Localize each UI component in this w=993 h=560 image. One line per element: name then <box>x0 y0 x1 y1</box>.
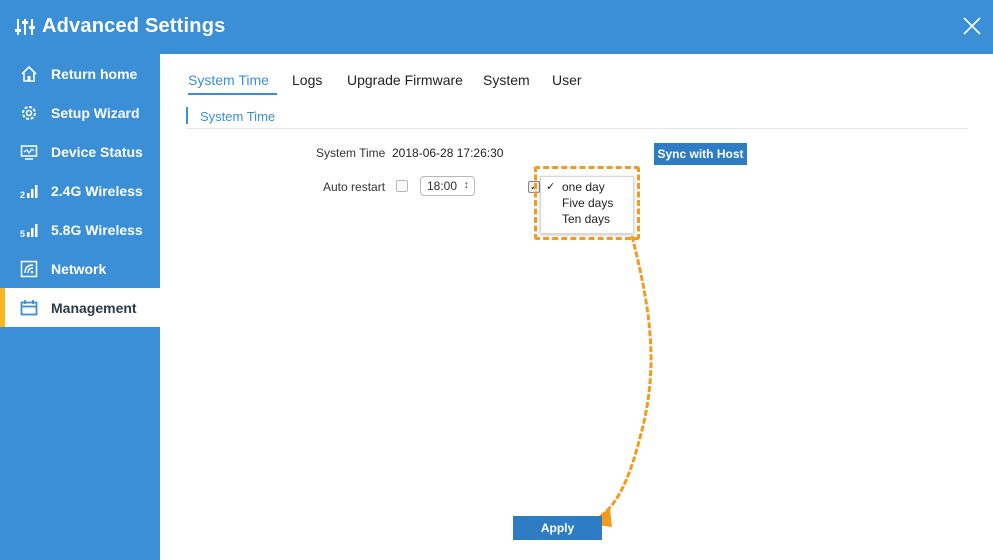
stepper-arrows-icon: ↕ <box>463 179 470 191</box>
auto-restart-checkbox[interactable] <box>396 180 408 192</box>
sync-with-host-button[interactable]: Sync with Host <box>654 143 747 165</box>
svg-text:2: 2 <box>20 190 25 200</box>
apply-button[interactable]: Apply <box>513 516 602 540</box>
calendar-icon <box>20 300 38 316</box>
check-icon: ✓ <box>546 181 556 193</box>
svg-text:5: 5 <box>20 229 25 239</box>
sidebar-item-setup-wizard[interactable]: Setup Wizard <box>0 93 160 132</box>
option-label: Five days <box>562 196 614 210</box>
sidebar-item-label: 2.4G Wireless <box>51 183 143 199</box>
sidebar-item-label: Network <box>51 261 107 277</box>
sidebar-item-5-8g-wireless[interactable]: 5 5.8G Wireless <box>0 210 160 249</box>
restart-time-select[interactable]: 18:00 ↕ <box>420 176 475 196</box>
sidebar-item-label: Management <box>51 300 137 316</box>
sidebar-item-device-status[interactable]: Device Status <box>0 132 160 171</box>
signal-5g-icon: 5 <box>20 224 38 239</box>
tab-upgrade-firmware[interactable]: Upgrade Firmware <box>347 72 463 88</box>
sliders-icon <box>15 19 35 35</box>
monitor-icon <box>20 145 38 160</box>
auto-restart-label: Auto restart <box>323 180 386 194</box>
signal-2g-icon: 2 <box>20 185 38 200</box>
sidebar-item-label: Setup Wizard <box>51 105 140 121</box>
sidebar-item-label: Return home <box>51 66 138 82</box>
option-label: Ten days <box>562 212 611 226</box>
system-time-label: System Time <box>316 146 386 160</box>
gear-icon <box>22 106 36 120</box>
restart-time-value: 18:00 <box>427 179 458 193</box>
tab-logs[interactable]: Logs <box>292 72 322 88</box>
title-bar: Advanced Settings <box>0 0 993 54</box>
tab-system[interactable]: System <box>483 72 530 88</box>
restart-interval-dropdown: ✓ one day Five days Ten days <box>540 176 634 234</box>
sidebar: Return home Setup Wizard Device Status 2… <box>0 54 160 560</box>
active-tab-indicator <box>188 93 277 95</box>
system-time-value: 2018-06-28 17:26:30 <box>392 146 504 160</box>
home-icon <box>21 65 37 82</box>
tab-system-time[interactable]: System Time <box>188 72 269 88</box>
section-title: System Time <box>200 109 276 124</box>
interval-option-one-day[interactable]: ✓ one day <box>541 180 633 195</box>
interval-option-five-days[interactable]: Five days <box>541 196 633 211</box>
interval-checkbox[interactable]: ✓ <box>528 181 540 193</box>
option-label: one day <box>562 180 605 194</box>
sidebar-item-2-4g-wireless[interactable]: 2 2.4G Wireless <box>0 171 160 210</box>
sidebar-item-label: 5.8G Wireless <box>51 222 143 238</box>
section-marker <box>186 107 188 124</box>
sidebar-item-label: Device Status <box>51 144 143 160</box>
sidebar-item-management[interactable]: Management <box>0 288 160 327</box>
tab-user[interactable]: User <box>552 72 582 88</box>
network-icon <box>20 260 38 278</box>
close-icon[interactable] <box>961 15 983 37</box>
section-divider <box>186 128 968 129</box>
sidebar-item-network[interactable]: Network <box>0 249 160 288</box>
window-title: Advanced Settings <box>42 15 226 37</box>
sidebar-item-return-home[interactable]: Return home <box>0 54 160 93</box>
interval-option-ten-days[interactable]: Ten days <box>541 212 633 227</box>
